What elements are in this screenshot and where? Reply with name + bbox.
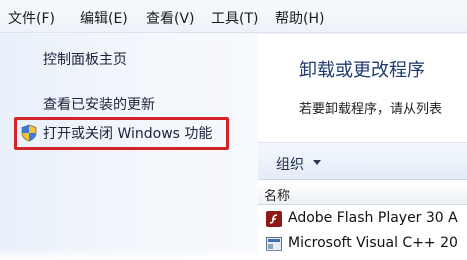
programs-and-features-window: 文件(F) 编辑(E) 查看(V) 工具(T) 帮助(H) 控制面板主页 查看已… <box>0 0 467 260</box>
menu-file[interactable]: 文件(F) <box>8 8 55 28</box>
menu-help[interactable]: 帮助(H) <box>275 8 324 28</box>
view-installed-updates-link[interactable]: 查看已安装的更新 <box>43 94 155 114</box>
chevron-down-icon[interactable] <box>313 160 321 165</box>
menu-edit[interactable]: 编辑(E) <box>80 8 128 28</box>
program-row[interactable]: Adobe Flash Player 30 A <box>258 207 467 231</box>
menu-tools[interactable]: 工具(T) <box>211 8 258 28</box>
highlight-box <box>14 117 229 150</box>
column-name-header[interactable]: 名称 <box>264 185 290 204</box>
menu-bar: 文件(F) 编辑(E) 查看(V) 工具(T) 帮助(H) <box>0 0 467 33</box>
page-subtitle: 若要卸载程序，请从列表 <box>299 102 443 117</box>
main-content: 卸载或更改程序 若要卸载程序，请从列表 组织 名称 Adobe Flash Pl… <box>258 34 467 260</box>
flash-icon <box>266 211 282 227</box>
menu-view[interactable]: 查看(V) <box>146 8 195 28</box>
uac-shield-icon <box>21 124 37 142</box>
page-title: 卸载或更改程序 <box>299 60 425 81</box>
organize-button[interactable]: 组织 <box>276 154 304 174</box>
column-header: 名称 <box>258 181 467 205</box>
program-name: Adobe Flash Player 30 A <box>288 210 458 226</box>
command-bar: 组织 <box>258 142 467 180</box>
control-panel-home-link[interactable]: 控制面板主页 <box>43 49 127 69</box>
bottom-fade <box>0 248 467 260</box>
